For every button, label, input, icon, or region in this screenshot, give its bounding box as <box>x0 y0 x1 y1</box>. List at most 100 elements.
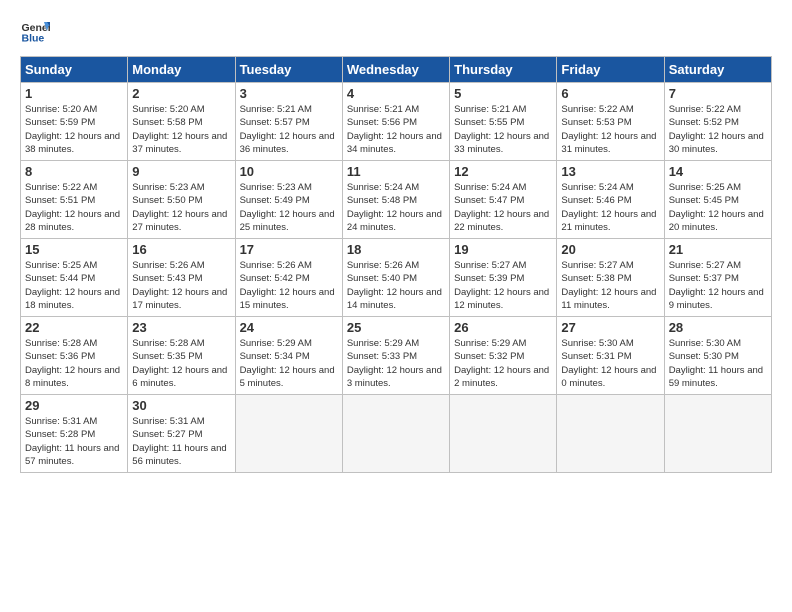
day-number: 27 <box>561 320 659 335</box>
day-info: Sunrise: 5:27 AMSunset: 5:37 PMDaylight:… <box>669 259 767 312</box>
day-number: 11 <box>347 164 445 179</box>
day-cell-2: 2Sunrise: 5:20 AMSunset: 5:58 PMDaylight… <box>128 83 235 161</box>
empty-cell <box>557 395 664 473</box>
day-cell-8: 8Sunrise: 5:22 AMSunset: 5:51 PMDaylight… <box>21 161 128 239</box>
day-cell-18: 18 Sunrise: 5:26 AMSunset: 5:40 PMDayligh… <box>342 239 449 317</box>
day-number: 23 <box>132 320 230 335</box>
day-number: 21 <box>669 242 767 257</box>
day-info: Sunrise: 5:24 AMSunset: 5:47 PMDaylight:… <box>454 181 552 234</box>
day-number: 25 <box>347 320 445 335</box>
col-header-tuesday: Tuesday <box>235 57 342 83</box>
day-number: 24 <box>240 320 338 335</box>
day-cell-11: 11 Sunrise: 5:24 AMSunset: 5:48 PMDayligh… <box>342 161 449 239</box>
day-cell-28: 28 Sunrise: 5:30 AMSunset: 5:30 PMDayligh… <box>664 317 771 395</box>
day-cell-30: 30 Sunrise: 5:31 AMSunset: 5:27 PMDayligh… <box>128 395 235 473</box>
day-number: 22 <box>25 320 123 335</box>
day-info: Sunrise: 5:25 AMSunset: 5:45 PMDaylight:… <box>669 181 767 234</box>
day-cell-14: 14Sunrise: 5:25 AMSunset: 5:45 PMDayligh… <box>664 161 771 239</box>
empty-cell <box>342 395 449 473</box>
day-number: 13 <box>561 164 659 179</box>
day-number: 18 <box>347 242 445 257</box>
day-number: 28 <box>669 320 767 335</box>
day-cell-5: 5Sunrise: 5:21 AMSunset: 5:55 PMDaylight… <box>450 83 557 161</box>
col-header-wednesday: Wednesday <box>342 57 449 83</box>
calendar-row-week-5: 29 Sunrise: 5:31 AMSunset: 5:28 PMDayligh… <box>21 395 772 473</box>
col-header-monday: Monday <box>128 57 235 83</box>
day-info: Sunrise: 5:29 AMSunset: 5:34 PMDaylight:… <box>240 337 338 390</box>
header: General Blue <box>20 16 772 46</box>
day-cell-1: 1 Sunrise: 5:20 AMSunset: 5:59 PMDaylight… <box>21 83 128 161</box>
calendar-row-week-4: 22 Sunrise: 5:28 AMSunset: 5:36 PMDayligh… <box>21 317 772 395</box>
day-cell-7: 7 Sunrise: 5:22 AMSunset: 5:52 PMDaylight… <box>664 83 771 161</box>
day-number: 15 <box>25 242 123 257</box>
day-number: 20 <box>561 242 659 257</box>
day-info: Sunrise: 5:28 AMSunset: 5:35 PMDaylight:… <box>132 337 230 390</box>
day-info: Sunrise: 5:28 AMSunset: 5:36 PMDaylight:… <box>25 337 123 390</box>
day-info: Sunrise: 5:26 AMSunset: 5:40 PMDaylight:… <box>347 259 445 312</box>
day-info: Sunrise: 5:26 AMSunset: 5:43 PMDaylight:… <box>132 259 230 312</box>
day-number: 2 <box>132 86 230 101</box>
day-cell-23: 23 Sunrise: 5:28 AMSunset: 5:35 PMDayligh… <box>128 317 235 395</box>
day-info: Sunrise: 5:24 AMSunset: 5:48 PMDaylight:… <box>347 181 445 234</box>
logo: General Blue <box>20 16 54 46</box>
day-number: 26 <box>454 320 552 335</box>
day-cell-27: 27Sunrise: 5:30 AMSunset: 5:31 PMDayligh… <box>557 317 664 395</box>
day-number: 12 <box>454 164 552 179</box>
day-cell-21: 21 Sunrise: 5:27 AMSunset: 5:37 PMDayligh… <box>664 239 771 317</box>
logo-icon: General Blue <box>20 16 50 46</box>
day-info: Sunrise: 5:22 AMSunset: 5:53 PMDaylight:… <box>561 103 659 156</box>
day-number: 1 <box>25 86 123 101</box>
day-cell-16: 16 Sunrise: 5:26 AMSunset: 5:43 PMDayligh… <box>128 239 235 317</box>
day-cell-13: 13 Sunrise: 5:24 AMSunset: 5:46 PMDayligh… <box>557 161 664 239</box>
day-cell-17: 17 Sunrise: 5:26 AMSunset: 5:42 PMDayligh… <box>235 239 342 317</box>
day-cell-10: 10 Sunrise: 5:23 AMSunset: 5:49 PMDayligh… <box>235 161 342 239</box>
calendar-row-week-2: 8Sunrise: 5:22 AMSunset: 5:51 PMDaylight… <box>21 161 772 239</box>
day-info: Sunrise: 5:22 AMSunset: 5:52 PMDaylight:… <box>669 103 767 156</box>
day-cell-25: 25 Sunrise: 5:29 AMSunset: 5:33 PMDayligh… <box>342 317 449 395</box>
col-header-friday: Friday <box>557 57 664 83</box>
day-info: Sunrise: 5:31 AMSunset: 5:27 PMDaylight:… <box>132 415 230 468</box>
day-cell-12: 12 Sunrise: 5:24 AMSunset: 5:47 PMDayligh… <box>450 161 557 239</box>
day-info: Sunrise: 5:25 AMSunset: 5:44 PMDaylight:… <box>25 259 123 312</box>
day-number: 5 <box>454 86 552 101</box>
day-number: 16 <box>132 242 230 257</box>
day-number: 30 <box>132 398 230 413</box>
day-cell-20: 20 Sunrise: 5:27 AMSunset: 5:38 PMDayligh… <box>557 239 664 317</box>
day-cell-19: 19 Sunrise: 5:27 AMSunset: 5:39 PMDayligh… <box>450 239 557 317</box>
day-info: Sunrise: 5:23 AMSunset: 5:49 PMDaylight:… <box>240 181 338 234</box>
day-info: Sunrise: 5:31 AMSunset: 5:28 PMDaylight:… <box>25 415 123 468</box>
day-number: 19 <box>454 242 552 257</box>
day-info: Sunrise: 5:21 AMSunset: 5:57 PMDaylight:… <box>240 103 338 156</box>
day-info: Sunrise: 5:29 AMSunset: 5:33 PMDaylight:… <box>347 337 445 390</box>
day-info: Sunrise: 5:20 AMSunset: 5:59 PMDaylight:… <box>25 103 123 156</box>
day-number: 17 <box>240 242 338 257</box>
calendar-page: General Blue SundayMondayTuesdayWednesda… <box>0 0 792 489</box>
calendar-row-week-3: 15 Sunrise: 5:25 AMSunset: 5:44 PMDayligh… <box>21 239 772 317</box>
day-number: 3 <box>240 86 338 101</box>
day-info: Sunrise: 5:29 AMSunset: 5:32 PMDaylight:… <box>454 337 552 390</box>
day-number: 4 <box>347 86 445 101</box>
day-info: Sunrise: 5:27 AMSunset: 5:39 PMDaylight:… <box>454 259 552 312</box>
day-info: Sunrise: 5:30 AMSunset: 5:30 PMDaylight:… <box>669 337 767 390</box>
svg-text:Blue: Blue <box>22 33 45 45</box>
day-cell-4: 4Sunrise: 5:21 AMSunset: 5:56 PMDaylight… <box>342 83 449 161</box>
day-number: 29 <box>25 398 123 413</box>
day-info: Sunrise: 5:27 AMSunset: 5:38 PMDaylight:… <box>561 259 659 312</box>
col-header-thursday: Thursday <box>450 57 557 83</box>
day-info: Sunrise: 5:22 AMSunset: 5:51 PMDaylight:… <box>25 181 123 234</box>
calendar-header-row: SundayMondayTuesdayWednesdayThursdayFrid… <box>21 57 772 83</box>
day-cell-22: 22 Sunrise: 5:28 AMSunset: 5:36 PMDayligh… <box>21 317 128 395</box>
empty-cell <box>664 395 771 473</box>
col-header-sunday: Sunday <box>21 57 128 83</box>
calendar-table: SundayMondayTuesdayWednesdayThursdayFrid… <box>20 56 772 473</box>
day-number: 7 <box>669 86 767 101</box>
day-number: 10 <box>240 164 338 179</box>
day-cell-9: 9Sunrise: 5:23 AMSunset: 5:50 PMDaylight… <box>128 161 235 239</box>
calendar-row-week-1: 1 Sunrise: 5:20 AMSunset: 5:59 PMDaylight… <box>21 83 772 161</box>
empty-cell <box>235 395 342 473</box>
day-cell-15: 15 Sunrise: 5:25 AMSunset: 5:44 PMDayligh… <box>21 239 128 317</box>
day-number: 9 <box>132 164 230 179</box>
day-info: Sunrise: 5:24 AMSunset: 5:46 PMDaylight:… <box>561 181 659 234</box>
day-info: Sunrise: 5:26 AMSunset: 5:42 PMDaylight:… <box>240 259 338 312</box>
day-cell-3: 3 Sunrise: 5:21 AMSunset: 5:57 PMDaylight… <box>235 83 342 161</box>
